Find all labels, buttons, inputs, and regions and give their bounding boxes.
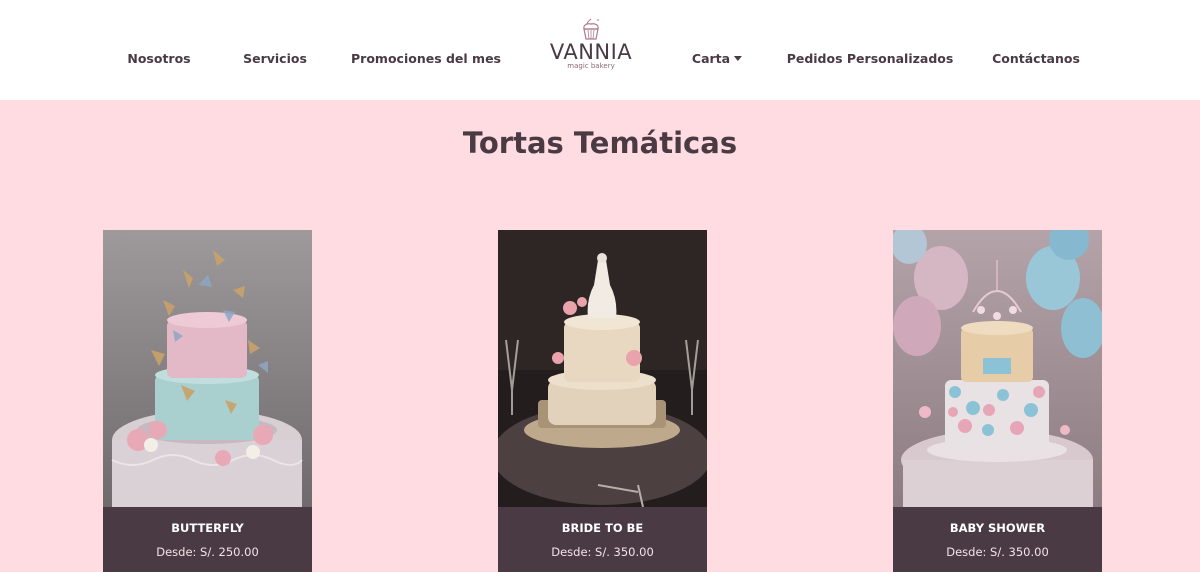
nav-promociones[interactable]: Promociones del mes — [351, 51, 501, 66]
section-title: Tortas Temáticas — [462, 126, 738, 160]
card-price: Desde: S/. 250.00 — [156, 545, 259, 559]
brand-logo[interactable]: VANNIA magic bakery — [541, 17, 641, 79]
nav-carta-dropdown[interactable]: Carta — [691, 51, 743, 66]
card-title: BRIDE TO BE — [561, 521, 644, 535]
nav-pedidos-personalizados[interactable]: Pedidos Personalizados — [787, 51, 954, 66]
bride-cake-image — [498, 230, 707, 507]
butterfly-cake-image — [103, 230, 312, 507]
caret-down-icon — [734, 56, 743, 61]
product-card-butterfly[interactable]: BUTTERFLY Desde: S/. 250.00 — [103, 230, 312, 572]
cupcake-icon — [583, 18, 599, 40]
card-title: BABY SHOWER — [949, 521, 1046, 535]
navbar: Nosotros Servicios Promociones del mes V… — [0, 0, 1200, 100]
nav-carta-label: Carta — [691, 51, 731, 66]
product-card-bride-to-be[interactable]: BRIDE TO BE Desde: S/. 350.00 — [498, 230, 707, 572]
nav-servicios[interactable]: Servicios — [243, 51, 307, 66]
logo-name: VANNIA — [549, 40, 633, 64]
card-price: Desde: S/. 350.00 — [946, 545, 1049, 559]
nav-contactanos[interactable]: Contáctanos — [992, 51, 1080, 66]
card-title: BUTTERFLY — [171, 521, 244, 535]
nav-nosotros[interactable]: Nosotros — [127, 51, 190, 66]
card-price: Desde: S/. 350.00 — [551, 545, 654, 559]
product-card-baby-shower[interactable]: BABY SHOWER Desde: S/. 350.00 — [893, 230, 1102, 572]
baby-shower-cake-image — [893, 230, 1102, 507]
